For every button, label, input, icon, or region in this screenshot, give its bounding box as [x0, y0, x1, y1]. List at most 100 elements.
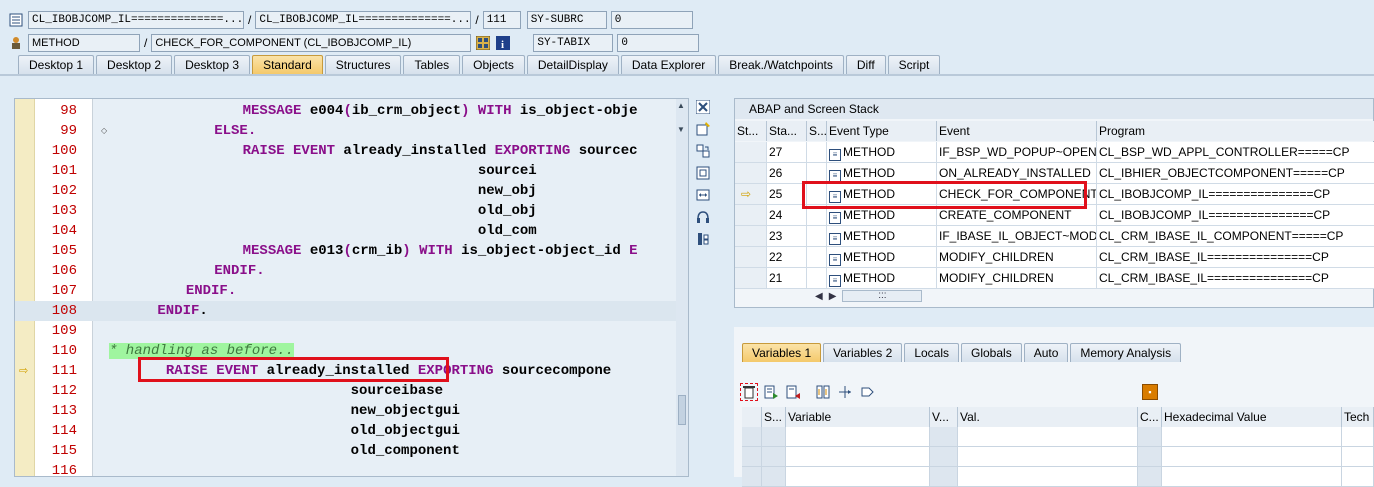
row-selector[interactable]: [735, 247, 767, 268]
stack-row[interactable]: 27 ≡ METHOD IF_BSP_WD_POPUP~OPEN CL_BSP_WD_A…: [735, 142, 1374, 163]
scroll-up-arrow-icon[interactable]: ▲: [677, 101, 685, 110]
row-selector[interactable]: [735, 142, 767, 163]
program-cell[interactable]: CL_IBHIER_OBJECTCOMPONENT=====CP: [1097, 163, 1374, 184]
stack-col-header[interactable]: Sta...: [767, 121, 807, 141]
event-type-field[interactable]: METHOD: [28, 34, 140, 52]
code-line[interactable]: 101 sourcei: [15, 161, 688, 181]
stack-row[interactable]: 22 ≡ METHOD MODIFY_CHILDREN CL_CRM_IBASE_IL=…: [735, 247, 1374, 268]
tab-script[interactable]: Script: [887, 55, 941, 74]
code-line[interactable]: 99 ELSE. ◇: [15, 121, 688, 141]
variable-cell[interactable]: [762, 447, 786, 467]
include-field[interactable]: CL_IBOBJCOMP_IL==============...: [255, 11, 472, 29]
code-line[interactable]: 105 MESSAGE e013(crm_ib) WITH is_object-…: [15, 241, 688, 261]
grid-display-icon[interactable]: [475, 35, 491, 51]
event-type-cell[interactable]: ≡ METHOD: [827, 226, 937, 247]
variable-cell[interactable]: [1138, 447, 1162, 467]
variable-row[interactable]: [742, 447, 1374, 467]
code-line[interactable]: 116: [15, 461, 688, 476]
code-line[interactable]: 114 old_objectgui: [15, 421, 688, 441]
event-type-cell[interactable]: ≡ METHOD: [827, 247, 937, 268]
code-line[interactable]: 103 old_obj: [15, 201, 688, 221]
tab-objects[interactable]: Objects: [462, 55, 525, 74]
row-selector[interactable]: [735, 226, 767, 247]
variable-row[interactable]: [742, 427, 1374, 447]
code-line[interactable]: 100 RAISE EVENT already_installed EXPORT…: [15, 141, 688, 161]
row-selector[interactable]: [735, 268, 767, 289]
new-tool-icon[interactable]: [694, 120, 712, 138]
scroll-down-arrow-icon[interactable]: ▼: [677, 125, 685, 134]
variable-cell[interactable]: [1138, 427, 1162, 447]
variable-cell[interactable]: [1162, 467, 1342, 487]
variable-cell[interactable]: [1162, 427, 1342, 447]
var-select-all[interactable]: [742, 407, 762, 427]
stack-status-cell[interactable]: [807, 226, 827, 247]
stack-row[interactable]: 23 ≡ METHOD IF_IBASE_IL_OBJECT~MOD... CL_CRM…: [735, 226, 1374, 247]
var-tab-variables-2[interactable]: Variables 2: [823, 343, 903, 362]
variable-cell[interactable]: [930, 447, 958, 467]
row-selector[interactable]: [735, 163, 767, 184]
variable-row[interactable]: [742, 467, 1374, 487]
maximize-icon[interactable]: [694, 164, 712, 182]
variable-cell[interactable]: [930, 467, 958, 487]
tab-data-explorer[interactable]: Data Explorer: [620, 55, 717, 74]
variable-cell[interactable]: [1342, 447, 1374, 467]
var-tab-globals[interactable]: Globals: [961, 343, 1022, 362]
tag-icon[interactable]: [858, 383, 876, 401]
stack-status-cell[interactable]: [807, 247, 827, 268]
code-line[interactable]: 112 sourceibase: [15, 381, 688, 401]
event-type-cell[interactable]: ≡ METHOD: [827, 142, 937, 163]
program-cell[interactable]: CL_CRM_IBASE_IL===============CP: [1097, 247, 1374, 268]
main-program-field[interactable]: CL_IBOBJCOMP_IL==============...: [28, 11, 244, 29]
variable-cell[interactable]: [958, 467, 1138, 487]
headset-icon[interactable]: [694, 208, 712, 226]
var-col-header[interactable]: Val.: [958, 407, 1138, 427]
event-name-cell[interactable]: IF_BSP_WD_POPUP~OPEN: [937, 142, 1097, 163]
var-tab-memory-analysis[interactable]: Memory Analysis: [1070, 343, 1182, 362]
code-line[interactable]: 109: [15, 321, 688, 341]
resize-horizontal-icon[interactable]: [694, 186, 712, 204]
stack-col-header[interactable]: Event: [937, 121, 1097, 141]
stack-level-cell[interactable]: 23: [767, 226, 807, 247]
program-cell[interactable]: CL_IBOBJCOMP_IL===============CP: [1097, 184, 1374, 205]
tab-diff[interactable]: Diff: [845, 55, 886, 74]
stack-col-header[interactable]: Program: [1097, 121, 1374, 141]
stack-level-cell[interactable]: 27: [767, 142, 807, 163]
stack-col-header[interactable]: S...: [807, 121, 827, 141]
tab-detaildisplay[interactable]: DetailDisplay: [526, 55, 619, 74]
variable-cell[interactable]: [958, 447, 1138, 467]
stack-horizontal-scrollbar[interactable]: ◀ ▶ :::: [815, 289, 925, 303]
stack-col-header[interactable]: St...: [735, 121, 767, 141]
tab-structures[interactable]: Structures: [324, 55, 402, 74]
variable-cell[interactable]: [786, 467, 930, 487]
event-name-field[interactable]: CHECK_FOR_COMPONENT (CL_IBOBJCOMP_IL): [151, 34, 472, 52]
swap-tool-icon[interactable]: [694, 142, 712, 160]
stack-level-cell[interactable]: 21: [767, 268, 807, 289]
scroll-right-arrow-icon[interactable]: ▶: [829, 291, 837, 302]
row-selector[interactable]: [735, 205, 767, 226]
stack-level-cell[interactable]: 24: [767, 205, 807, 226]
sysvar-value-field[interactable]: 0: [610, 11, 693, 29]
program-cell[interactable]: CL_CRM_IBASE_IL_COMPONENT=====CP: [1097, 226, 1374, 247]
stack-level-cell[interactable]: 25: [767, 184, 807, 205]
var-col-header[interactable]: Hexadecimal Value: [1162, 407, 1342, 427]
variable-cell[interactable]: [786, 427, 930, 447]
code-vertical-scrollbar[interactable]: ▲ ▼: [676, 99, 688, 476]
code-line[interactable]: 108 ENDIF.: [15, 301, 688, 321]
scroll-left-arrow-icon[interactable]: ◀: [815, 291, 823, 302]
tab-desktop-1[interactable]: Desktop 1: [18, 55, 95, 74]
config-tool-icon[interactable]: [694, 230, 712, 248]
tab-tables[interactable]: Tables: [403, 55, 461, 74]
stack-status-cell[interactable]: [807, 142, 827, 163]
code-line[interactable]: 104 old_com: [15, 221, 688, 241]
var-col-header[interactable]: Tech: [1342, 407, 1374, 427]
source-code-editor[interactable]: 98 MESSAGE e004(ib_crm_object) WITH is_o…: [14, 98, 689, 477]
line-number-field[interactable]: 111: [482, 11, 521, 29]
save-icon[interactable]: ▪: [1142, 384, 1158, 400]
event-name-cell[interactable]: MODIFY_CHILDREN: [937, 247, 1097, 268]
import-icon[interactable]: [784, 383, 802, 401]
program-cell[interactable]: CL_BSP_WD_APPL_CONTROLLER=====CP: [1097, 142, 1374, 163]
variable-cell[interactable]: [1342, 467, 1374, 487]
code-line[interactable]: 102 new_obj: [15, 181, 688, 201]
code-line[interactable]: 106 ENDIF.: [15, 261, 688, 281]
program-cell[interactable]: CL_CRM_IBASE_IL===============CP: [1097, 268, 1374, 289]
